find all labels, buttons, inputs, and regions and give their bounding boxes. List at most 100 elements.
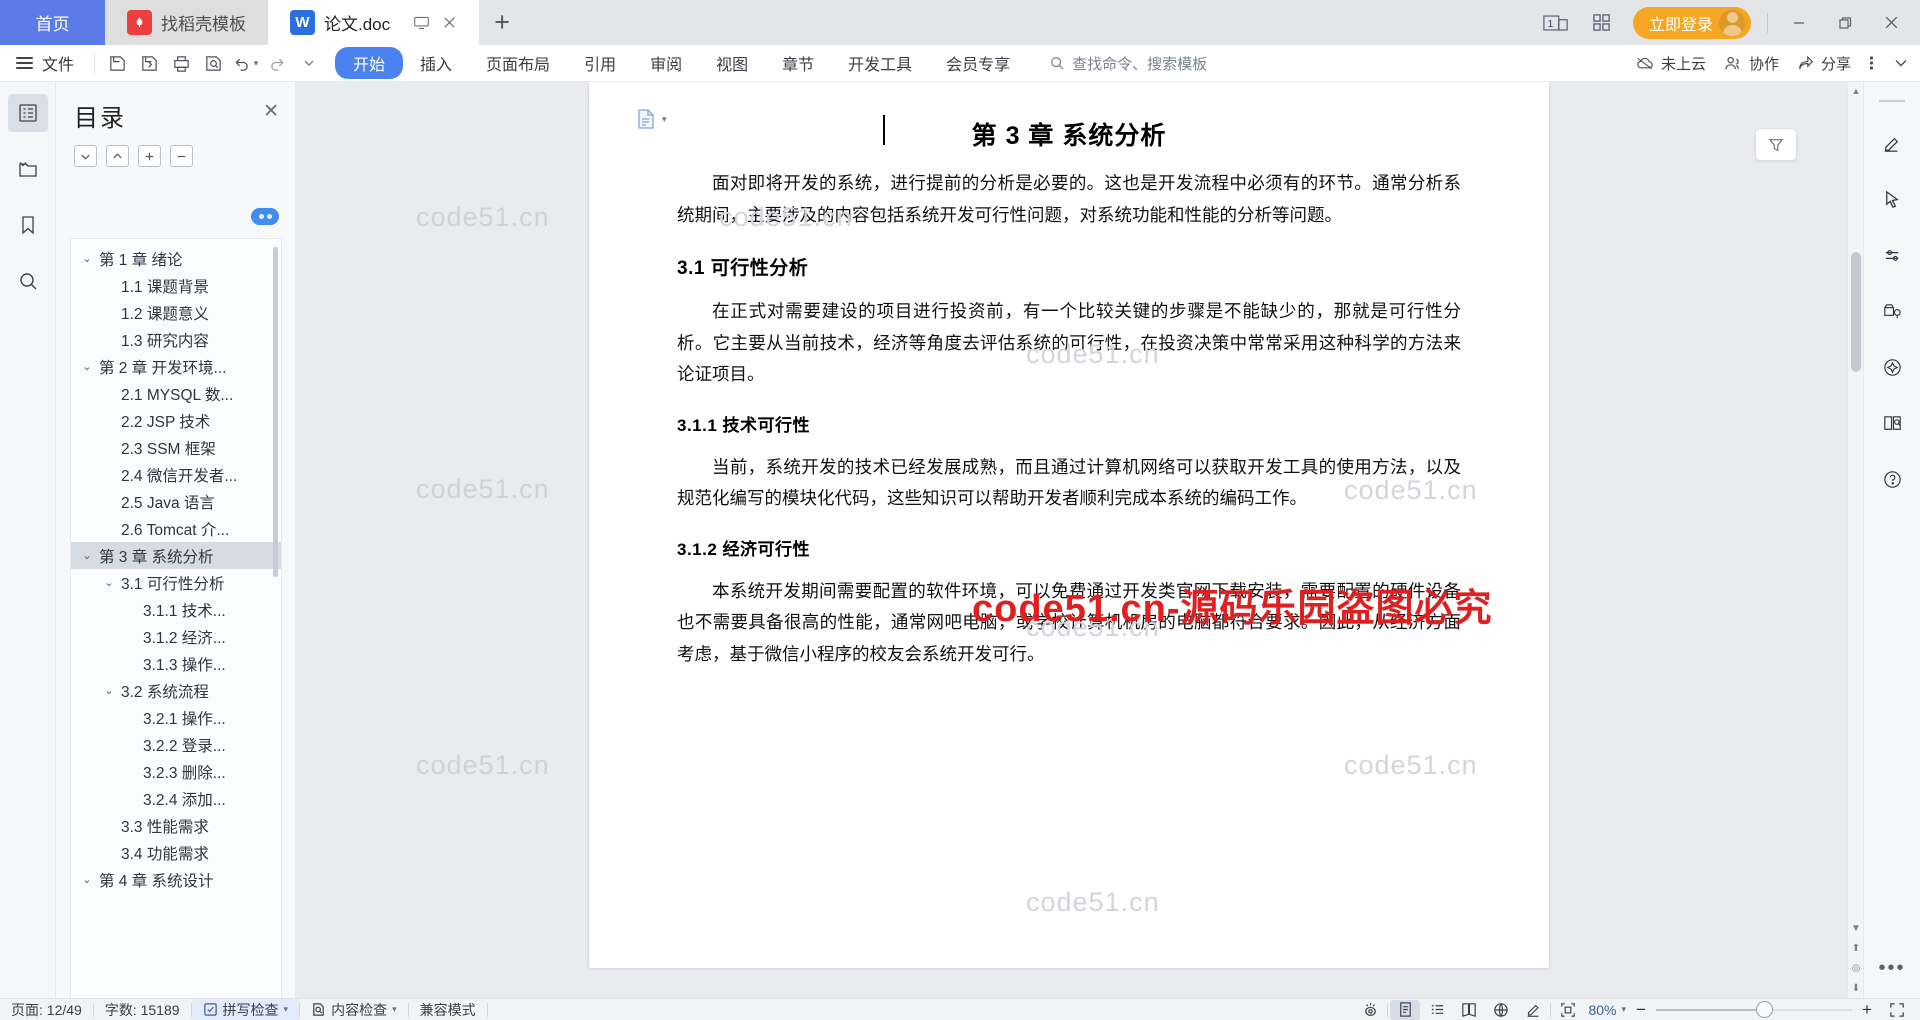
window-count-icon[interactable]: 1 [1541, 0, 1571, 45]
word-count[interactable]: 字数: 15189 [94, 999, 191, 1020]
undo-icon[interactable]: ▾ [229, 48, 261, 78]
toc-item[interactable]: ⌄ 3.2 系统流程 [71, 677, 281, 704]
toc-item[interactable]: 2.5 Java 语言 [71, 488, 281, 515]
zoom-out-button[interactable]: − [1628, 999, 1654, 1020]
share-button[interactable]: 分享 [1797, 53, 1851, 74]
bookmark-icon[interactable] [8, 206, 48, 244]
toc-item[interactable]: 1.2 课题意义 [71, 299, 281, 326]
ribbon-tab-view[interactable]: 视图 [699, 47, 765, 79]
tab-home[interactable]: 首页 [0, 0, 105, 45]
chevron-down-box-icon[interactable] [74, 145, 97, 167]
save-as-icon[interactable] [133, 48, 165, 78]
ribbon-tab-member[interactable]: 会员专享 [929, 47, 1027, 79]
cloud-status-button[interactable]: 未上云 [1636, 53, 1706, 74]
new-tab-button[interactable]: + [479, 0, 525, 45]
chevron-down-icon[interactable]: ⌄ [101, 576, 117, 589]
chevron-down-icon[interactable]: ⌄ [79, 252, 95, 265]
scroll-down-icon[interactable]: ▼ [1848, 918, 1863, 938]
toc-item[interactable]: 3.2.1 操作... [71, 704, 281, 731]
picture-library-icon[interactable] [1872, 294, 1912, 328]
ribbon-tab-review[interactable]: 审阅 [633, 47, 699, 79]
chevron-down-icon[interactable]: ▾ [392, 1004, 397, 1015]
close-window-button[interactable] [1876, 0, 1906, 45]
tab-document[interactable]: W 论文.doc [268, 0, 480, 45]
document-body[interactable]: 第 3 章 系统分析 面对即将开发的系统，进行提前的分析是必要的。这也是开发流程… [589, 82, 1549, 670]
help-circle-icon[interactable] [1872, 462, 1912, 496]
ribbon-tab-insert[interactable]: 插入 [403, 47, 469, 79]
zoom-in-button[interactable]: + [1854, 999, 1880, 1020]
search-icon[interactable] [8, 262, 48, 300]
ribbon-tab-dev-tools[interactable]: 开发工具 [831, 47, 929, 79]
close-icon[interactable] [442, 15, 457, 30]
toc-item[interactable]: ⌄ 3.1 可行性分析 [71, 569, 281, 596]
toc-item[interactable]: 3.3 性能需求 [71, 812, 281, 839]
more-vertical-icon[interactable] [1869, 54, 1874, 72]
toc-item[interactable]: 1.3 研究内容 [71, 326, 281, 353]
toc-item[interactable]: 3.1.1 技术... [71, 596, 281, 623]
select-browse-object-icon[interactable]: ◎ [1848, 958, 1863, 978]
chevron-down-icon[interactable]: ▾ [284, 1004, 289, 1015]
scroll-up-icon[interactable]: ▲ [1848, 82, 1863, 99]
chevron-down-icon[interactable]: ⌄ [79, 549, 95, 562]
scrollbar-thumb[interactable] [1851, 252, 1861, 372]
minimize-button[interactable] [1784, 0, 1814, 45]
redo-icon[interactable] [261, 48, 293, 78]
toc-item[interactable]: 2.1 MYSQL 数... [71, 380, 281, 407]
read-eye-icon[interactable] [1355, 999, 1385, 1020]
chevron-down-icon[interactable] [293, 48, 325, 78]
expand-all-icon[interactable] [138, 145, 161, 167]
toc-item[interactable]: ⌄ 第 3 章 系统分析 [71, 542, 281, 569]
toc-item[interactable]: 2.2 JSP 技术 [71, 407, 281, 434]
outline-view-icon[interactable] [1422, 999, 1452, 1020]
zoom-slider[interactable] [1656, 999, 1852, 1020]
ribbon-tab-section[interactable]: 章节 [765, 47, 831, 79]
toc-item[interactable]: 3.2.2 登录... [71, 731, 281, 758]
compat-mode-label[interactable]: 兼容模式 [409, 999, 487, 1020]
chevron-down-icon[interactable]: ⌄ [101, 684, 117, 697]
document-canvas[interactable]: code51.cn code51.cn code51.cn code51.cn … [296, 82, 1863, 998]
eye-toggle-pill[interactable] [251, 208, 279, 225]
fit-page-icon[interactable] [1553, 999, 1583, 1020]
tab-docer-template[interactable]: 找稻壳模板 [105, 0, 268, 45]
contentcheck-button[interactable]: 内容检查 ▾ [300, 999, 408, 1020]
collaborate-button[interactable]: 协作 [1724, 53, 1779, 74]
grid-view-icon[interactable] [1587, 0, 1617, 45]
web-view-icon[interactable] [1486, 999, 1516, 1020]
toc-item[interactable]: 3.4 功能需求 [71, 839, 281, 866]
edit-pen-icon[interactable] [1518, 999, 1548, 1020]
toc-item[interactable]: 2.6 Tomcat 介... [71, 515, 281, 542]
maximize-button[interactable] [1830, 0, 1860, 45]
comment-filter-icon[interactable] [1755, 128, 1797, 161]
document-page[interactable]: ▾ 第 3 章 系统分析 面对即将开发的系统，进行提前的分析是必要的。这也是开发… [589, 82, 1549, 968]
outline-icon[interactable] [7, 94, 48, 132]
pen-tool-icon[interactable] [1872, 126, 1912, 160]
toc-scrollbar-thumb[interactable] [273, 247, 278, 577]
spellcheck-button[interactable]: 拼写检查 ▾ [191, 998, 300, 1020]
table-of-contents[interactable]: ⌄ 第 1 章 绪论 1.1 课题背景 1.2 课题意义 1.3 研究内容 ⌄ 第 2 章 … [70, 238, 282, 1020]
page-layout-view-icon[interactable] [1390, 999, 1421, 1020]
more-horizontal-icon[interactable]: ••• [1878, 957, 1905, 980]
toc-item[interactable]: 2.4 微信开发者... [71, 461, 281, 488]
sliders-icon[interactable] [1872, 238, 1912, 272]
toc-item[interactable]: 1.1 课题背景 [71, 272, 281, 299]
toc-item[interactable]: 3.1.3 操作... [71, 650, 281, 677]
reading-view-icon[interactable] [1454, 999, 1484, 1020]
chevron-down-icon[interactable]: ▾ [1621, 1004, 1626, 1015]
page-indicator[interactable]: 页面: 12/49 [0, 999, 93, 1020]
toc-item[interactable]: ⌄ 第 4 章 系统设计 [71, 866, 281, 893]
ai-spark-icon[interactable] [1872, 350, 1912, 384]
toc-item[interactable]: ⌄ 第 1 章 绪论 [71, 245, 281, 272]
toc-item[interactable]: ⌄ 第 2 章 开发环境... [71, 353, 281, 380]
fullscreen-icon[interactable] [1882, 999, 1912, 1020]
cursor-select-icon[interactable] [1872, 182, 1912, 216]
ribbon-tab-page-layout[interactable]: 页面布局 [469, 47, 567, 79]
command-search-box[interactable]: 查找命令、搜索模板 [1049, 53, 1207, 74]
toc-item[interactable]: 3.1.2 经济... [71, 623, 281, 650]
slider-handle[interactable] [1756, 1001, 1773, 1018]
document-scrollbar[interactable]: ▲ ▼ ⬆ ◎ ⬇ [1847, 82, 1863, 998]
ribbon-tab-start[interactable]: 开始 [335, 47, 404, 79]
book-search-icon[interactable] [1872, 406, 1912, 440]
chevron-down-icon[interactable]: ⌄ [79, 873, 95, 886]
close-icon[interactable]: ✕ [263, 102, 279, 121]
folder-icon[interactable] [8, 150, 48, 188]
